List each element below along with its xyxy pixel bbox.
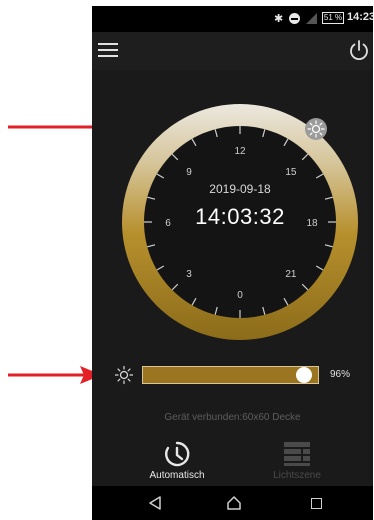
recent-apps-icon[interactable] — [311, 498, 322, 509]
dial-hour-label: 21 — [285, 269, 297, 280]
annotation-arrow-brightness — [8, 366, 102, 384]
signal-icon — [306, 13, 317, 24]
dial-tick — [283, 138, 289, 147]
dial-tick — [262, 306, 266, 315]
clock-dial[interactable]: 12 15 18 21 0 3 6 9 2019-09-18 14:03:32 — [122, 104, 358, 340]
brightness-sun-icon — [114, 365, 134, 385]
tab-lichtszene[interactable]: Lichtszene — [242, 440, 352, 484]
dial-tick — [147, 196, 156, 200]
dial-tick — [262, 129, 266, 138]
clock-time: 14:03:32 — [195, 204, 285, 229]
dial-tick — [324, 244, 333, 248]
dial-tick — [214, 129, 218, 138]
list-icon — [284, 442, 310, 466]
dial-hour-label: 0 — [237, 290, 243, 301]
home-icon[interactable] — [226, 495, 242, 511]
dial-tick — [156, 173, 165, 179]
dial-sun-knob[interactable] — [305, 118, 327, 140]
brightness-slider[interactable] — [142, 366, 319, 384]
sun-icon — [307, 120, 325, 138]
dial-hour-label: 9 — [186, 167, 192, 178]
dial-tick — [191, 297, 197, 306]
android-nav-bar — [92, 486, 373, 520]
dial-hour-label: 15 — [285, 167, 297, 178]
phone-screen: ✱ 51 % 14:23 12 15 18 21 0 3 6 9 2019-09… — [92, 6, 373, 520]
connection-status: Gerät verbunden:60x60 Decke — [164, 412, 301, 423]
dial-hour-label: 3 — [186, 269, 192, 280]
bluetooth-icon: ✱ — [274, 13, 284, 25]
dial-tick — [324, 196, 333, 200]
dial-tick — [171, 153, 179, 161]
battery-indicator: 51 % — [322, 12, 344, 24]
tab-automatisch[interactable]: Automatisch — [122, 440, 232, 484]
dial-tick — [147, 244, 156, 248]
tab-lichtszene-label: Lichtszene — [273, 470, 321, 481]
do-not-disturb-icon — [289, 13, 300, 24]
clock-date: 2019-09-18 — [209, 182, 271, 196]
brightness-slider-row: 96% — [92, 363, 373, 387]
dial-tick — [315, 173, 324, 179]
status-time: 14:23 — [347, 11, 373, 23]
dial-tick — [156, 265, 165, 271]
back-icon[interactable] — [148, 496, 162, 510]
menu-icon[interactable] — [98, 42, 118, 58]
app-bar — [92, 32, 373, 70]
brightness-slider-thumb[interactable] — [295, 367, 312, 383]
dial-tick — [283, 297, 289, 306]
dial-tick — [214, 306, 218, 315]
dial-hour-label: 12 — [234, 146, 246, 157]
dial-tick — [171, 283, 179, 291]
tab-automatisch-label: Automatisch — [149, 470, 205, 481]
status-bar: ✱ 51 % 14:23 — [92, 6, 373, 32]
dial-tick — [301, 283, 309, 291]
brightness-percent: 96% — [330, 369, 351, 380]
dial-tick — [301, 153, 309, 161]
power-icon[interactable] — [348, 39, 370, 61]
dial-tick — [191, 138, 197, 147]
dial-tick — [315, 265, 324, 271]
clock-icon — [165, 441, 190, 467]
